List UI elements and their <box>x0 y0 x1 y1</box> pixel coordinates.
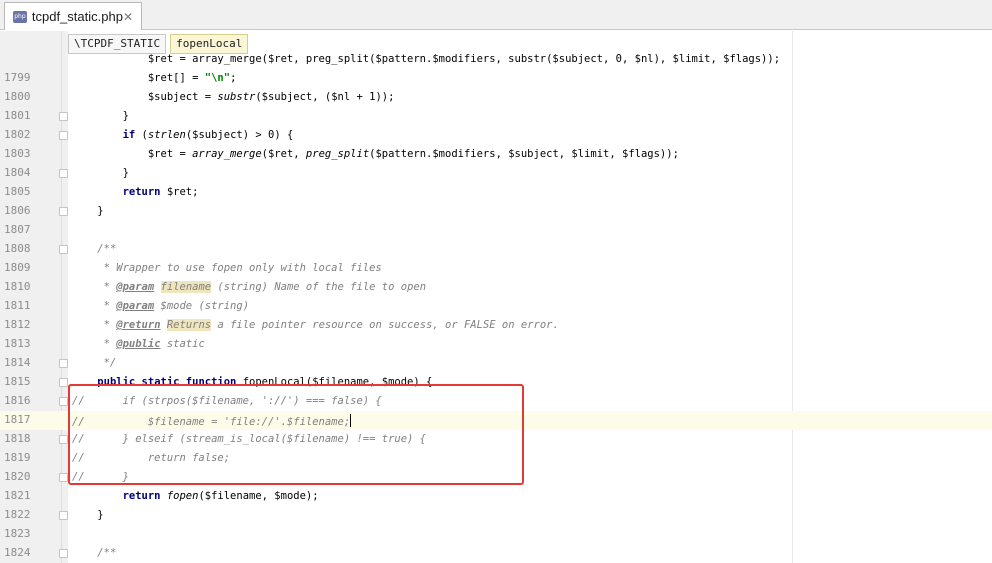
code-text: * @param filename (string) Name of the f… <box>72 281 427 293</box>
code-line[interactable]: 1807 <box>0 221 992 240</box>
line-number: 1806 <box>4 204 31 217</box>
code-line[interactable]: 1805 return $ret; <box>0 183 992 202</box>
code-text: * @public static <box>72 338 205 350</box>
line-number: 1823 <box>4 527 31 540</box>
code-line[interactable]: 1801 } <box>0 107 992 126</box>
code-line[interactable]: 1802 if (strlen($subject) > 0) { <box>0 126 992 145</box>
code-text: $subject = substr($subject, ($nl + 1)); <box>72 91 395 103</box>
line-number: 1824 <box>4 546 31 559</box>
fold-marker-icon[interactable] <box>59 245 68 254</box>
code-line[interactable]: 1810 * @param filename (string) Name of … <box>0 278 992 297</box>
highlight-annotation-box <box>68 384 524 485</box>
fold-marker-icon[interactable] <box>59 207 68 216</box>
code-text: /** <box>97 243 117 255</box>
code-text: * Wrapper to use fopen only with local f… <box>72 262 382 274</box>
file-tab-label: tcpdf_static.php <box>31 9 123 24</box>
code-line[interactable]: 1804 } <box>0 164 992 183</box>
line-number: 1799 <box>4 71 31 84</box>
code-line[interactable]: 1806 } <box>0 202 992 221</box>
line-number: 1814 <box>4 356 31 369</box>
code-text: * @param $mode (string) <box>72 300 250 312</box>
line-number: 1807 <box>4 223 31 236</box>
code-text: $ret[] = "\n"; <box>72 72 237 84</box>
code-text: } <box>72 110 129 122</box>
fold-marker-icon[interactable] <box>59 359 68 368</box>
code-text: /** <box>97 547 117 559</box>
line-number: 1812 <box>4 318 31 331</box>
editor-tab-bar: php tcpdf_static.php ✕ <box>0 0 992 30</box>
fold-marker-icon[interactable] <box>59 169 68 178</box>
breadcrumb: \TCPDF_STATIC fopenLocal <box>68 34 249 54</box>
fold-marker-icon[interactable] <box>59 511 68 520</box>
fold-marker-icon[interactable] <box>59 435 68 444</box>
line-number: 1809 <box>4 261 31 274</box>
code-line[interactable]: 1800 $subject = substr($subject, ($nl + … <box>0 88 992 107</box>
line-number: 1816 <box>4 394 31 407</box>
code-text: } <box>72 167 129 179</box>
line-number: 1815 <box>4 375 31 388</box>
line-number: 1802 <box>4 128 31 141</box>
fold-marker-icon[interactable] <box>59 473 68 482</box>
line-number: 1803 <box>4 147 31 160</box>
code-line[interactable]: 1823 <box>0 525 992 544</box>
code-text: return $ret; <box>122 186 199 198</box>
code-text: } <box>72 509 104 521</box>
code-text: $ret = array_merge($ret, preg_split($pat… <box>72 148 679 160</box>
line-number: 1808 <box>4 242 31 255</box>
code-line[interactable]: 1799 $ret[] = "\n"; <box>0 69 992 88</box>
code-line[interactable]: 1808 /** <box>0 240 992 259</box>
breadcrumb-method[interactable]: fopenLocal <box>170 34 249 54</box>
fold-marker-icon[interactable] <box>59 131 68 140</box>
line-number: 1821 <box>4 489 31 502</box>
code-line[interactable]: 1809 * Wrapper to use fopen only with lo… <box>0 259 992 278</box>
line-number: 1804 <box>4 166 31 179</box>
code-line[interactable]: 1811 * @param $mode (string) <box>0 297 992 316</box>
fold-marker-icon[interactable] <box>59 397 68 406</box>
line-number: 1818 <box>4 432 31 445</box>
fold-marker-icon[interactable] <box>59 378 68 387</box>
line-number: 1800 <box>4 90 31 103</box>
code-text: * @return Returns a file pointer resourc… <box>72 319 559 331</box>
line-number: 1805 <box>4 185 31 198</box>
line-number: 1822 <box>4 508 31 521</box>
code-line[interactable]: 1812 * @return Returns a file pointer re… <box>0 316 992 335</box>
php-file-icon: php <box>13 10 27 23</box>
close-icon[interactable]: ✕ <box>123 10 133 24</box>
code-line[interactable]: 1814 */ <box>0 354 992 373</box>
code-text: */ <box>72 357 117 369</box>
fold-marker-icon[interactable] <box>59 112 68 121</box>
file-tab[interactable]: php tcpdf_static.php ✕ <box>4 2 142 30</box>
code-line[interactable]: 1822 } <box>0 506 992 525</box>
code-line[interactable]: 1803 $ret = array_merge($ret, preg_split… <box>0 145 992 164</box>
code-line[interactable]: 1821 return fopen($filename, $mode); <box>0 487 992 506</box>
line-number: 1813 <box>4 337 31 350</box>
line-number: 1811 <box>4 299 31 312</box>
breadcrumb-class[interactable]: \TCPDF_STATIC <box>68 34 167 54</box>
code-text: } <box>72 205 104 217</box>
code-text: return fopen($filename, $mode); <box>122 490 319 502</box>
fold-marker-icon[interactable] <box>59 549 68 558</box>
line-number: 1817 <box>4 413 31 426</box>
line-number: 1819 <box>4 451 31 464</box>
code-text: if (strlen($subject) > 0) { <box>122 129 294 141</box>
line-number: 1801 <box>4 109 31 122</box>
line-number: 1810 <box>4 280 31 293</box>
code-line[interactable]: 1824 /** <box>0 544 992 563</box>
code-text: $ret = array_merge($ret, preg_split($pat… <box>72 53 781 65</box>
line-number: 1820 <box>4 470 31 483</box>
code-line[interactable]: 1813 * @public static <box>0 335 992 354</box>
